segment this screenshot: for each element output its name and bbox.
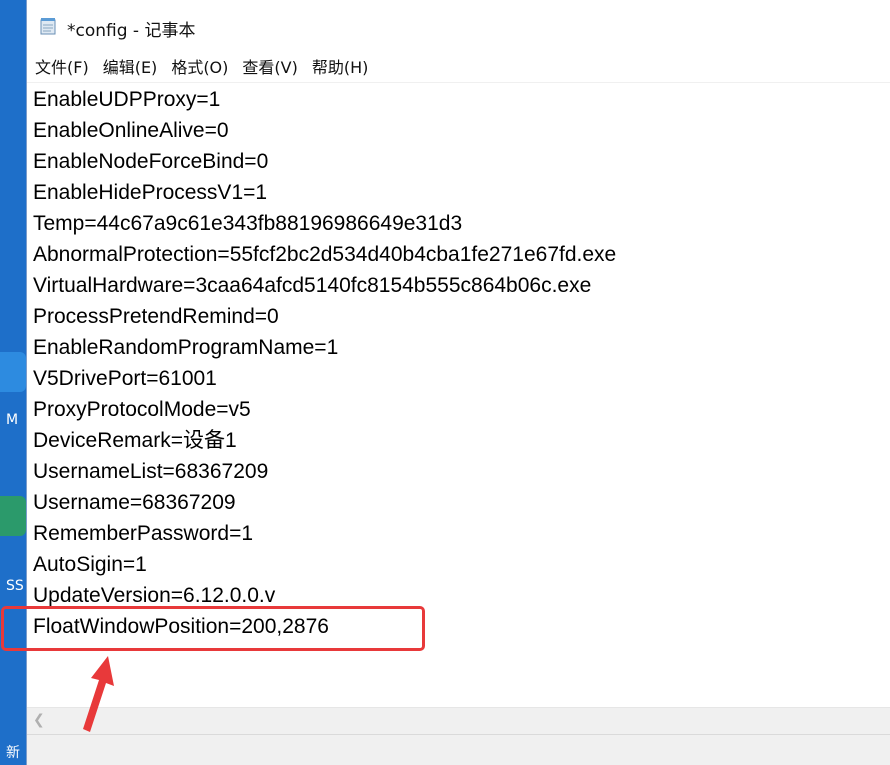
desktop-icon[interactable] bbox=[0, 496, 26, 536]
window-title: *config - 记事本 bbox=[67, 21, 196, 41]
scroll-left-icon[interactable]: ❮ bbox=[33, 712, 45, 728]
text-line: VirtualHardware=3caa64afcd5140fc8154b555… bbox=[33, 274, 592, 297]
text-line: UsernameList=68367209 bbox=[33, 460, 269, 483]
text-line: ProcessPretendRemind=0 bbox=[33, 305, 279, 328]
menu-view[interactable]: 查看(V) bbox=[242, 52, 297, 80]
text-line: RememberPassword=1 bbox=[33, 522, 254, 545]
menu-file[interactable]: 文件(F) bbox=[35, 52, 89, 80]
status-bar bbox=[27, 734, 890, 765]
menu-edit[interactable]: 编辑(E) bbox=[103, 52, 158, 80]
highlight-box bbox=[1, 606, 425, 651]
horizontal-scrollbar[interactable]: ❮ bbox=[27, 707, 890, 735]
text-line: EnableHideProcessV1=1 bbox=[33, 181, 268, 204]
text-line: EnableNodeForceBind=0 bbox=[33, 150, 269, 173]
text-line: EnableUDPProxy=1 bbox=[33, 88, 221, 111]
desktop-icon-label: SS bbox=[6, 578, 24, 594]
text-line: AbnormalProtection=55fcf2bc2d534d40b4cba… bbox=[33, 243, 617, 266]
text-line: V5DrivePort=61001 bbox=[33, 367, 217, 390]
text-line: EnableOnlineAlive=0 bbox=[33, 119, 229, 142]
text-line: DeviceRemark=设备1 bbox=[33, 429, 237, 452]
text-line: EnableRandomProgramName=1 bbox=[33, 336, 339, 359]
annotation-arrow-icon bbox=[83, 656, 114, 732]
desktop-icon-label: M bbox=[6, 412, 19, 428]
text-line: AutoSigin=1 bbox=[33, 553, 147, 576]
desktop-icon-label: 新 bbox=[6, 745, 20, 761]
text-line: ProxyProtocolMode=v5 bbox=[33, 398, 251, 421]
desktop-icon[interactable] bbox=[0, 352, 26, 392]
text-line: Username=68367209 bbox=[33, 491, 236, 514]
menu-format[interactable]: 格式(O) bbox=[171, 52, 228, 80]
menu-help[interactable]: 帮助(H) bbox=[312, 52, 369, 80]
text-line: Temp=44c67a9c61e343fb88196986649e31d3 bbox=[33, 212, 463, 235]
menu-bar: 文件(F) 编辑(E) 格式(O) 查看(V) 帮助(H) bbox=[27, 52, 890, 80]
title-bar[interactable]: *config - 记事本 bbox=[27, 0, 890, 52]
notepad-icon bbox=[40, 18, 56, 35]
